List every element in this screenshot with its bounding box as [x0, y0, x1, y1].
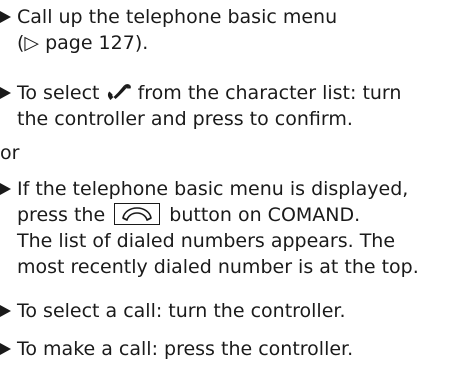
step-line: Call up the telephone basic menu [17, 6, 338, 28]
step-line: To make a call: press the controller. [17, 338, 354, 360]
step-line: To select a call: turn the controller. [17, 300, 346, 322]
step-text: If the telephone basic menu is displayed… [17, 176, 462, 280]
phone-handset-icon [106, 82, 132, 102]
bullet-icon [0, 343, 11, 355]
bullet-icon [0, 183, 11, 195]
or-separator: or [0, 142, 20, 164]
step-text-part: To select [17, 82, 100, 104]
step-text: Call up the telephone basic menu (▷ page… [17, 4, 462, 56]
bullet-icon [0, 11, 11, 23]
step-line: press the button on COMAND. [17, 202, 462, 228]
step-line: If the telephone basic menu is displayed… [17, 178, 409, 200]
instruction-page: Call up the telephone basic menu (▷ page… [0, 0, 462, 372]
step-text: To make a call: press the controller. [17, 336, 462, 362]
step-text: To select from the character list: turn … [17, 80, 462, 132]
step-text-part: press the [17, 204, 106, 226]
step-line: the controller and press to confirm. [17, 108, 353, 130]
step-line: To select from the character list: turn [17, 80, 462, 106]
bullet-icon [0, 305, 11, 317]
step-line: The list of dialed numbers appears. The [17, 230, 396, 252]
step-text-part: from the character list: turn [137, 82, 402, 104]
step-line: most recently dialed number is at the to… [17, 256, 419, 278]
step-text: To select a call: turn the controller. [17, 298, 462, 324]
step-text-part: button on COMAND. [169, 204, 361, 226]
page-reference: (▷ page 127). [17, 32, 149, 54]
phone-button-icon [114, 203, 161, 225]
bullet-icon [0, 87, 11, 99]
